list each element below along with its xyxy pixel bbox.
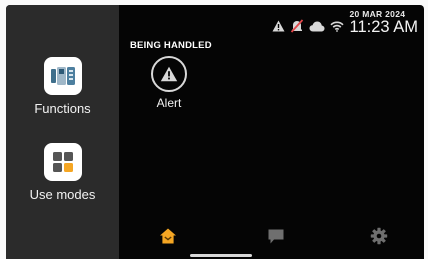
warning-icon — [272, 20, 284, 32]
home-icon — [160, 228, 176, 244]
wifi-icon — [329, 21, 344, 32]
sidebar-item-functions[interactable]: Functions — [6, 57, 119, 116]
section-title: BEING HANDLED — [130, 40, 212, 51]
gear-icon — [370, 227, 388, 245]
notifications-muted-icon — [290, 19, 303, 33]
sidebar-item-label: Functions — [34, 101, 91, 116]
grid-icon — [43, 143, 82, 181]
tab-messages[interactable] — [256, 222, 296, 250]
home-indicator[interactable] — [190, 254, 252, 257]
alert-label: Alert — [156, 96, 182, 110]
clock: 20 MAR 2024 11:23 AM — [350, 9, 419, 36]
chat-icon — [268, 229, 284, 243]
intercom-icon — [43, 57, 82, 95]
cloud-icon — [309, 21, 324, 31]
tab-settings[interactable] — [359, 222, 399, 250]
status-bar: 20 MAR 2024 11:23 AM — [272, 5, 425, 39]
screen: Functions Use modes 20 MAR 2024 11:23 AM… — [6, 5, 424, 259]
time-label: 11:23 AM — [349, 18, 419, 36]
sidebar-item-label: Use modes — [29, 187, 96, 202]
alert-icon — [151, 56, 187, 92]
sidebar: Functions Use modes — [6, 5, 119, 259]
sidebar-item-use-modes[interactable]: Use modes — [6, 143, 119, 202]
device-frame: Functions Use modes 20 MAR 2024 11:23 AM… — [0, 0, 428, 259]
alert-button[interactable]: Alert — [144, 56, 194, 110]
status-icons — [272, 19, 344, 33]
tab-home[interactable] — [148, 222, 188, 250]
